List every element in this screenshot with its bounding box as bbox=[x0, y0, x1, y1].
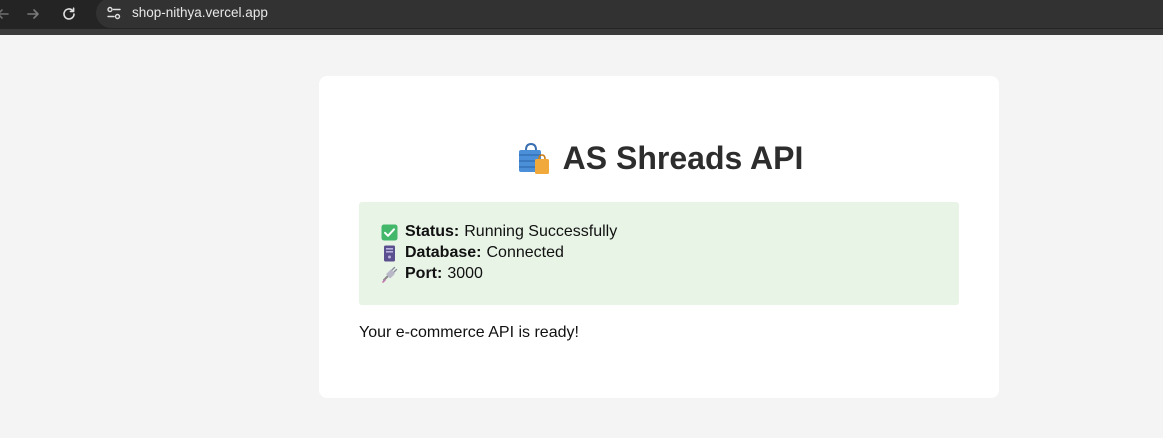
status-panel: Status: Running Successfully Database: C… bbox=[359, 202, 959, 305]
status-value: Running Successfully bbox=[464, 223, 618, 240]
status-row: Status: Running Successfully bbox=[381, 223, 617, 241]
shopping-bag-icon bbox=[518, 142, 549, 174]
toolbar-divider bbox=[0, 29, 1163, 35]
back-button[interactable] bbox=[0, 3, 14, 25]
reload-button[interactable] bbox=[58, 3, 80, 25]
status-label: Status: bbox=[405, 223, 460, 240]
site-settings-icon[interactable] bbox=[105, 4, 123, 22]
page-title: AS Shreads API bbox=[562, 140, 804, 176]
port-value: 3000 bbox=[447, 265, 483, 282]
browser-toolbar: shop-nithya.vercel.app bbox=[0, 0, 1163, 29]
api-status-card: AS Shreads API Status: Running Successfu… bbox=[319, 76, 999, 398]
forward-button[interactable] bbox=[22, 3, 44, 25]
ready-message: Your e-commerce API is ready! bbox=[359, 324, 579, 341]
address-bar[interactable]: shop-nithya.vercel.app bbox=[96, 0, 1163, 28]
database-label: Database: bbox=[405, 244, 482, 261]
database-row: Database: Connected bbox=[381, 244, 564, 262]
arrow-right-icon bbox=[27, 9, 39, 19]
database-server-icon bbox=[384, 245, 395, 261]
database-value: Connected bbox=[486, 244, 564, 261]
port-row: Port: 3000 bbox=[381, 265, 483, 283]
check-mark-icon bbox=[381, 224, 398, 240]
port-label: Port: bbox=[405, 265, 443, 282]
reload-icon bbox=[63, 7, 75, 20]
page-heading: AS Shreads API bbox=[319, 140, 999, 177]
plug-icon bbox=[382, 266, 398, 283]
url-text[interactable]: shop-nithya.vercel.app bbox=[132, 5, 268, 20]
arrow-left-icon bbox=[0, 9, 9, 19]
